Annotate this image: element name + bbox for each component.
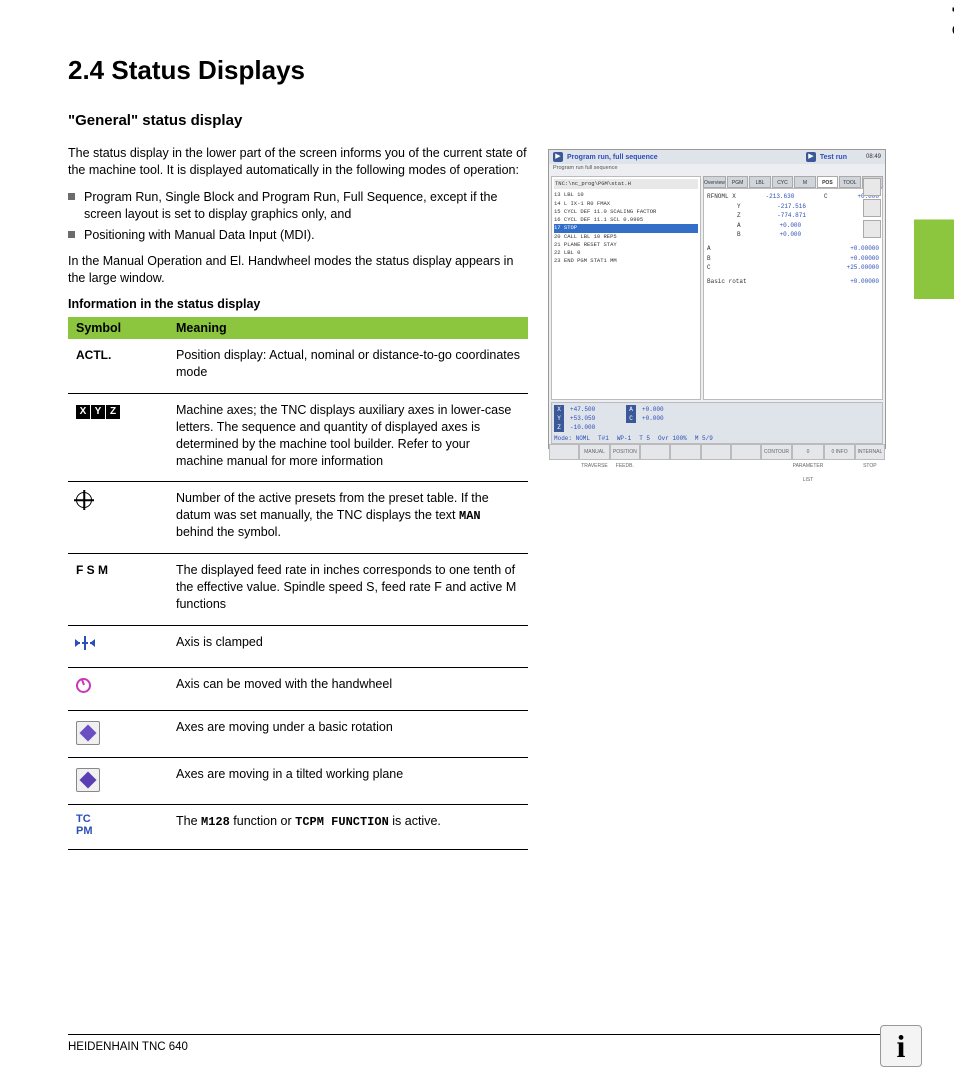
- program-listing: TNC:\nc_prog\PGM\stat.H 13 LBL 10 14 L I…: [551, 176, 701, 400]
- symbol-handwheel-icon: [76, 678, 91, 693]
- softkey[interactable]: [731, 444, 761, 460]
- tab[interactable]: M: [794, 176, 815, 188]
- table-row: TCPM The M128 function or TCPM FUNCTION …: [68, 804, 528, 849]
- right-button-bar: [863, 178, 883, 238]
- table-row: Axis is clamped: [68, 625, 528, 667]
- sidebar-button[interactable]: [863, 178, 881, 196]
- softkey[interactable]: [701, 444, 731, 460]
- mode-subtitle: Program run full sequence: [549, 164, 885, 174]
- position-panel: RFNOML X-213.630C+0.000 Y-217.516 Z-774.…: [703, 188, 883, 400]
- list-item: Program Run, Single Block and Program Ru…: [68, 189, 528, 223]
- mode-list: Program Run, Single Block and Program Ru…: [68, 189, 528, 244]
- softkey[interactable]: [670, 444, 700, 460]
- meaning-cell: The displayed feed rate in inches corres…: [168, 554, 528, 626]
- tab[interactable]: Overview: [703, 176, 726, 188]
- tab[interactable]: CYC: [772, 176, 793, 188]
- table-row: Axis can be moved with the handwheel: [68, 667, 528, 710]
- meaning-cell: Axis is clamped: [168, 625, 528, 667]
- softkey[interactable]: [640, 444, 670, 460]
- softkey[interactable]: MANUAL TRAVERSE: [579, 444, 609, 460]
- tab[interactable]: TOOL: [839, 176, 860, 188]
- footer-product: HEIDENHAIN TNC 640: [68, 1041, 188, 1053]
- meaning-cell: Machine axes; the TNC displays auxiliary…: [168, 393, 528, 482]
- clock: 08:49: [851, 154, 881, 160]
- softkey[interactable]: 0 INFO: [824, 444, 854, 460]
- meaning-cell: Axes are moving under a basic rotation: [168, 710, 528, 757]
- tab[interactable]: LBL: [749, 176, 770, 188]
- symbol-xyz: XYZ: [76, 403, 121, 417]
- meaning-cell: Number of the active presets from the pr…: [168, 482, 528, 554]
- table-header-meaning: Meaning: [168, 317, 528, 339]
- tab[interactable]: PGM: [727, 176, 748, 188]
- right-column: ▶ Program run, full sequence ▶ Test run …: [548, 145, 888, 850]
- symbol-basic-rotation-icon: [76, 721, 100, 745]
- table-header-symbol: Symbol: [68, 317, 168, 339]
- table-row: ACTL. Position display: Actual, nominal …: [68, 339, 528, 393]
- chapter-side-tab-text: 2.4 Status Displays: [948, 0, 954, 36]
- meaning-cell: The M128 function or TCPM FUNCTION is ac…: [168, 804, 528, 849]
- intro-paragraph: The status display in the lower part of …: [68, 145, 528, 179]
- symbol-fsm: F S M: [76, 563, 108, 577]
- after-bullets-paragraph: In the Manual Operation and El. Handwhee…: [68, 253, 528, 287]
- table-row: F S M The displayed feed rate in inches …: [68, 554, 528, 626]
- meaning-cell: Axes are moving in a tilted working plan…: [168, 757, 528, 804]
- left-column: The status display in the lower part of …: [68, 145, 528, 850]
- sidebar-button[interactable]: [863, 220, 881, 238]
- status-symbol-table: Symbol Meaning ACTL. Position display: A…: [68, 317, 528, 850]
- status-tabs: Overview PGM LBL CYC M POS TOOL TT: [703, 176, 883, 188]
- mode-title-1: Program run, full sequence: [567, 154, 658, 161]
- status-footer-panel: X+47.500A+0.000 Y+53.059C+0.000 Z-10.000…: [551, 402, 883, 444]
- softkey[interactable]: POSITION FEEDB.: [610, 444, 640, 460]
- mode-icon: ▶: [806, 152, 816, 162]
- softkey[interactable]: INTERNAL STOP: [855, 444, 885, 460]
- symbol-tcpm: TCPM: [76, 813, 160, 837]
- sidebar-button[interactable]: [863, 199, 881, 217]
- table-row: Axes are moving under a basic rotation: [68, 710, 528, 757]
- symbol-tilted-plane-icon: [76, 768, 100, 792]
- table-row: Axes are moving in a tilted working plan…: [68, 757, 528, 804]
- softkey[interactable]: [549, 444, 579, 460]
- highlighted-line: 17 STOP: [554, 224, 698, 232]
- softkey[interactable]: 0 PARAMETER LIST: [792, 444, 825, 460]
- table-row: XYZ Machine axes; the TNC displays auxil…: [68, 393, 528, 482]
- page-footer: HEIDENHAIN TNC 640 65: [68, 1034, 914, 1053]
- symbol-preset-icon: [76, 492, 92, 508]
- mode-title-2: Test run: [820, 154, 847, 161]
- softkey[interactable]: CONTOUR: [761, 444, 791, 460]
- program-path: TNC:\nc_prog\PGM\stat.H: [554, 179, 698, 189]
- mode-icon: ▶: [553, 152, 563, 162]
- list-item: Positioning with Manual Data Input (MDI)…: [68, 227, 528, 244]
- symbol-actl: ACTL.: [76, 348, 111, 362]
- section-title: 2.4 Status Displays: [68, 55, 914, 86]
- meaning-cell: Position display: Actual, nominal or dis…: [168, 339, 528, 393]
- tnc-screenshot: ▶ Program run, full sequence ▶ Test run …: [548, 149, 886, 449]
- table-caption: Information in the status display: [68, 297, 528, 311]
- table-row: Number of the active presets from the pr…: [68, 482, 528, 554]
- tab-active[interactable]: POS: [817, 176, 838, 188]
- symbol-clamp-icon: [76, 636, 94, 650]
- info-badge-icon: i: [880, 1025, 922, 1067]
- meaning-cell: Axis can be moved with the handwheel: [168, 667, 528, 710]
- subsection-title: "General" status display: [68, 112, 914, 129]
- chapter-side-tab: [914, 34, 954, 299]
- softkey-row: MANUAL TRAVERSE POSITION FEEDB. CONTOUR …: [549, 444, 885, 460]
